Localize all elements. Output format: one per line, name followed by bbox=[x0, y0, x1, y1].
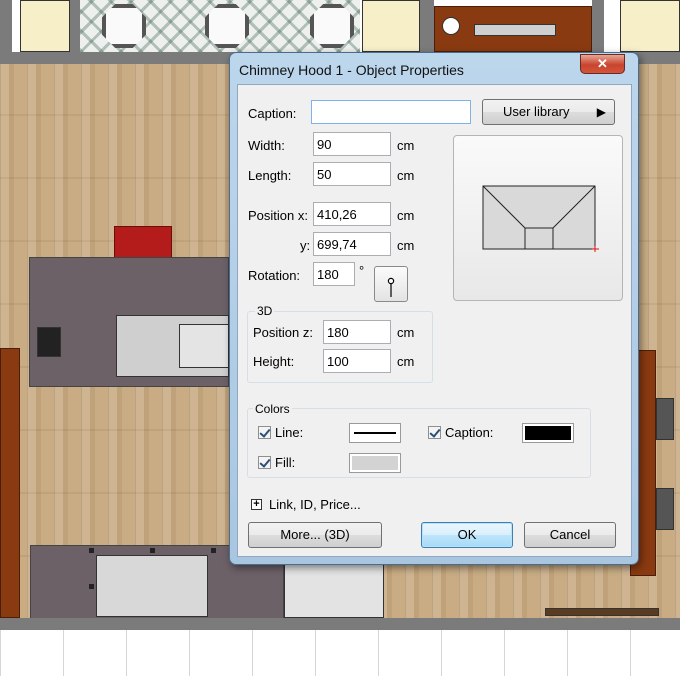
user-library-label: User library bbox=[503, 104, 570, 119]
rotation-label: Rotation: bbox=[248, 268, 301, 283]
tile-ornament bbox=[310, 4, 354, 48]
length-unit: cm bbox=[397, 168, 415, 183]
position-z-unit: cm bbox=[397, 325, 415, 340]
group-3d-legend: 3D bbox=[255, 304, 275, 318]
width-input[interactable]: 90 bbox=[313, 132, 391, 156]
line-checkbox[interactable] bbox=[258, 426, 271, 439]
line-style-preview bbox=[354, 432, 396, 434]
wall-top-left bbox=[0, 0, 12, 64]
selection-handle[interactable] bbox=[89, 584, 94, 589]
caption-label: Caption: bbox=[248, 106, 297, 121]
caption-color-fill bbox=[525, 426, 571, 440]
cabinet-right-top bbox=[620, 0, 680, 52]
position-y-unit: cm bbox=[397, 238, 415, 253]
position-x-unit: cm bbox=[397, 208, 415, 223]
arrow-right-icon: ▶ bbox=[596, 105, 606, 119]
width-label: Width: bbox=[248, 138, 285, 153]
group-colors-legend: Colors bbox=[253, 402, 292, 416]
stairs-left bbox=[0, 348, 20, 618]
empty-grid-area bbox=[0, 630, 680, 676]
object-properties-dialog: Chimney Hood 1 - Object Properties ✕ Cap… bbox=[229, 52, 639, 565]
fill-label: Fill: bbox=[275, 455, 296, 470]
faucet bbox=[37, 327, 61, 357]
close-icon: ✕ bbox=[597, 56, 608, 71]
rotation-dial[interactable] bbox=[374, 266, 408, 302]
position-z-input[interactable]: 180 bbox=[323, 320, 391, 344]
caption-input[interactable] bbox=[311, 100, 471, 124]
group-colors bbox=[247, 408, 591, 478]
width-unit: cm bbox=[397, 138, 415, 153]
chimney-hood-preview-icon bbox=[482, 185, 599, 252]
position-y-label: y: bbox=[300, 238, 311, 253]
position-x-input[interactable]: 410,26 bbox=[313, 202, 391, 226]
line-color-swatch[interactable] bbox=[349, 423, 401, 443]
fill-color-swatch[interactable] bbox=[349, 453, 401, 473]
more-3d-button[interactable]: More... (3D) bbox=[248, 522, 382, 548]
rotation-dial-icon bbox=[387, 277, 395, 297]
ok-button[interactable]: OK bbox=[421, 522, 513, 548]
position-x-label: Position x: bbox=[248, 208, 308, 223]
cancel-button[interactable]: Cancel bbox=[524, 522, 616, 548]
tile-ornament bbox=[205, 4, 249, 48]
caption-color-label: Caption: bbox=[445, 425, 494, 440]
position-z-label: Position z: bbox=[253, 325, 313, 340]
selection-handle[interactable] bbox=[211, 548, 216, 553]
length-input[interactable]: 50 bbox=[313, 162, 391, 186]
red-appliance bbox=[114, 226, 172, 258]
caption-color-swatch[interactable] bbox=[522, 423, 574, 443]
user-library-button[interactable]: User library ▶ bbox=[482, 99, 615, 125]
object-preview bbox=[453, 135, 623, 301]
chimney-hood-plan[interactable] bbox=[96, 555, 208, 617]
rug-strip bbox=[545, 608, 659, 616]
length-label: Length: bbox=[248, 168, 292, 183]
fill-checkbox[interactable] bbox=[258, 456, 271, 469]
closet-cream bbox=[20, 0, 70, 52]
chair-right bbox=[656, 398, 674, 440]
wall-tiles-left bbox=[70, 0, 80, 64]
height-label: Height: bbox=[253, 354, 295, 369]
dialog-titlebar[interactable]: Chimney Hood 1 - Object Properties ✕ bbox=[230, 53, 638, 85]
chair-right bbox=[656, 488, 674, 530]
caption-checkbox[interactable] bbox=[428, 426, 441, 439]
close-button[interactable]: ✕ bbox=[580, 54, 625, 74]
selection-handle[interactable] bbox=[89, 548, 94, 553]
line-label: Line: bbox=[275, 425, 304, 440]
dialog-body: Caption: User library ▶ Width: 90 cm Len… bbox=[237, 84, 632, 557]
dialog-title: Chimney Hood 1 - Object Properties bbox=[239, 62, 464, 78]
rotation-input[interactable]: 180 bbox=[313, 262, 355, 286]
position-y-input[interactable]: 699,74 bbox=[313, 232, 391, 256]
sink-basin bbox=[179, 324, 229, 368]
oven-knob bbox=[442, 17, 460, 35]
wall-bottom bbox=[0, 618, 680, 630]
cabinet-cream bbox=[362, 0, 420, 52]
rotation-unit: ° bbox=[359, 263, 365, 278]
selection-handle[interactable] bbox=[150, 548, 155, 553]
expander-label: Link, ID, Price... bbox=[269, 497, 361, 512]
fill-color-fill bbox=[352, 456, 398, 470]
oven-handle bbox=[474, 24, 556, 36]
cabinet-bottom bbox=[284, 560, 384, 618]
height-unit: cm bbox=[397, 354, 415, 369]
height-input[interactable]: 100 bbox=[323, 349, 391, 373]
link-id-price-expander[interactable]: + Link, ID, Price... bbox=[251, 497, 411, 515]
expand-plus-icon: + bbox=[251, 499, 262, 510]
